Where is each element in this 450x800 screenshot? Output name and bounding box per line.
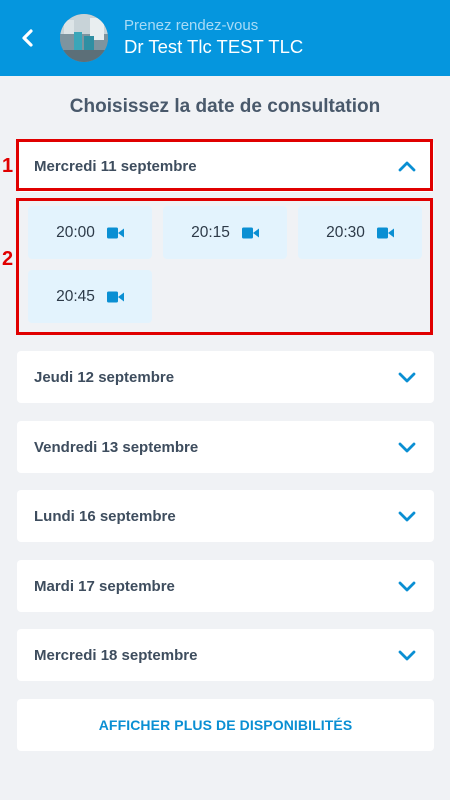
page-title: Choisissez la date de consultation <box>69 96 381 117</box>
show-more-label: AFFICHER PLUS DE DISPONIBILITÉS <box>98 717 353 733</box>
chevron-down-icon <box>397 367 417 387</box>
day-label: Mardi 17 septembre <box>34 577 175 595</box>
chevron-down-icon <box>397 576 417 596</box>
chevron-left-icon <box>22 29 33 47</box>
day-label: Lundi 16 septembre <box>34 507 176 525</box>
day-row-mardi-17[interactable]: Mardi 17 septembre <box>17 560 434 612</box>
back-button[interactable] <box>0 0 54 76</box>
chevron-down-icon <box>397 645 417 665</box>
annotation-number-2: 2 <box>2 248 14 270</box>
chevron-down-icon <box>397 506 417 526</box>
app-header: Prenez rendez-vous Dr Test Tlc TEST TLC <box>0 0 450 76</box>
annotation-number-1: 1 <box>2 155 14 177</box>
chevron-down-icon <box>397 437 417 457</box>
day-label: Jeudi 12 septembre <box>34 368 175 386</box>
day-label: Vendredi 13 septembre <box>34 438 199 456</box>
doctor-avatar <box>60 14 108 62</box>
annotation-box-1 <box>16 139 433 191</box>
annotation-box-2 <box>16 198 433 335</box>
day-row-lundi-16[interactable]: Lundi 16 septembre <box>17 490 434 542</box>
day-row-vendredi-13[interactable]: Vendredi 13 septembre <box>17 421 434 473</box>
show-more-availability-button[interactable]: AFFICHER PLUS DE DISPONIBILITÉS <box>17 699 434 751</box>
header-subtitle: Prenez rendez-vous <box>124 17 259 34</box>
day-row-mercredi-18[interactable]: Mercredi 18 septembre <box>17 629 434 681</box>
day-row-jeudi-12[interactable]: Jeudi 12 septembre <box>17 351 434 403</box>
day-label: Mercredi 18 septembre <box>34 646 198 664</box>
doctor-name: Dr Test Tlc TEST TLC <box>124 36 304 57</box>
